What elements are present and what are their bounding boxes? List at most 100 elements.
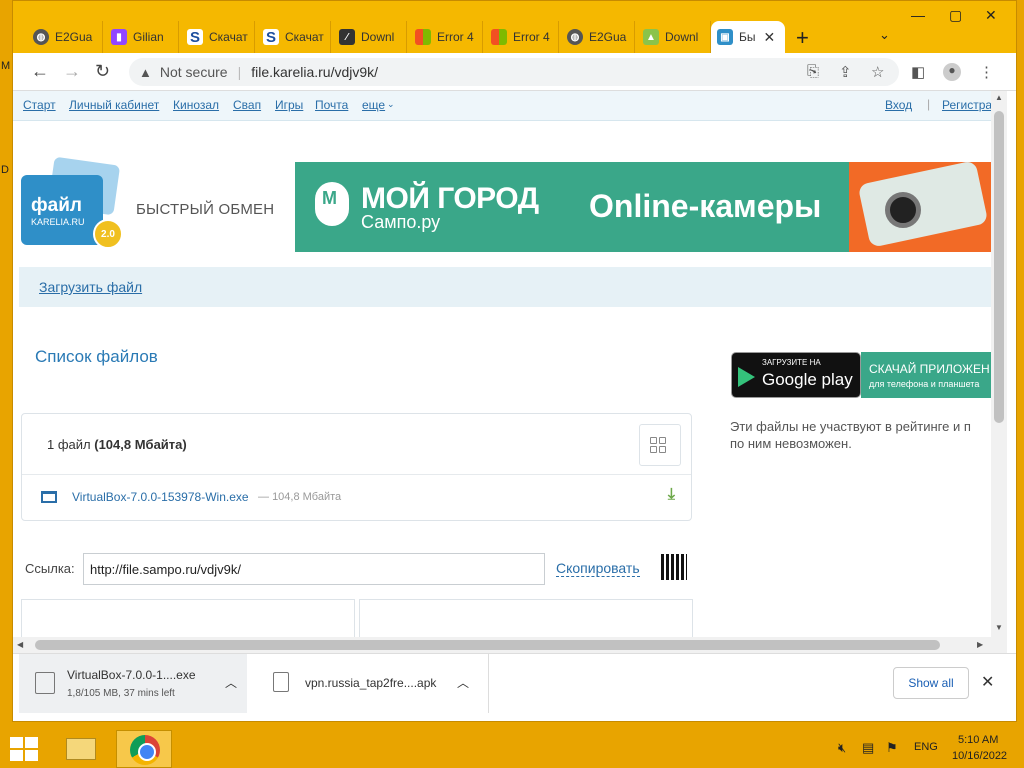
file-name-link[interactable]: VirtualBox-7.0.0-153978-Win.exe — [72, 490, 249, 504]
horizontal-scrollbar[interactable]: ◀ ▶ — [13, 637, 1007, 653]
close-window-button[interactable]: ✕ — [985, 7, 997, 24]
security-label[interactable]: Not secure — [160, 64, 228, 80]
file-explorer-taskbar-button[interactable] — [60, 732, 102, 766]
tab-active[interactable]: ▣ Бы ✕ — [711, 21, 785, 53]
translate-icon[interactable]: ⎘ — [807, 63, 819, 80]
file-summary: 1 файл (104,8 Мбайта) — [47, 437, 187, 452]
tab-search-chevron-icon[interactable]: ⌄ — [879, 27, 890, 43]
google-play-small-text: ЗАГРУЗИТЕ НА — [762, 358, 821, 367]
desktop-edge: M D — [0, 0, 12, 728]
upload-file-link[interactable]: Загрузить файл — [39, 279, 142, 295]
url-text[interactable]: file.karelia.ru/vdjv9k/ — [251, 64, 378, 80]
vertical-scroll-thumb[interactable] — [994, 111, 1004, 423]
tab[interactable]: Error 4 — [409, 21, 483, 53]
profile-avatar-icon[interactable]: ● — [943, 63, 961, 81]
google-play-badge[interactable]: ЗАГРУЗИТЕ НА Google play — [731, 352, 861, 398]
s-logo-icon: S — [263, 29, 279, 46]
login-link[interactable]: Вход — [885, 98, 912, 112]
vertical-scrollbar[interactable]: ▲ ▼ — [991, 91, 1007, 637]
banner-subtitle: Сампо.ру — [361, 212, 441, 232]
download-bar: VirtualBox-7.0.0-1....exe 1,8/105 MB, 37… — [13, 653, 1016, 713]
warning-triangle-icon[interactable]: ▲ — [139, 65, 152, 80]
tab[interactable]: ◍ E2Gua — [561, 21, 635, 53]
tab[interactable]: S Скачат — [181, 21, 255, 53]
network-icon[interactable]: ▤ — [862, 740, 874, 756]
twitch-icon: ▮ — [111, 29, 127, 45]
address-bar[interactable]: ▲ Not secure | file.karelia.ru/vdjv9k/ — [129, 58, 899, 86]
divider — [22, 474, 691, 475]
show-all-downloads-button[interactable]: Show all — [893, 667, 969, 699]
tab[interactable]: ▲ Downl — [637, 21, 711, 53]
reload-icon[interactable]: ↻ — [95, 61, 110, 82]
qr-code-icon[interactable] — [661, 554, 687, 580]
download-item[interactable]: vpn.russia_tap2fre....apk ︿ — [257, 654, 489, 713]
app-promo-subtitle: для телефона и планшета — [869, 379, 980, 389]
clock-time[interactable]: 5:10 AM — [958, 734, 998, 746]
ad-banner[interactable]: М МОЙ ГОРОД Сампо.ру Online-камеры — [295, 162, 991, 252]
close-download-bar-icon[interactable]: ✕ — [981, 672, 994, 692]
tab[interactable]: S Скачат — [257, 21, 331, 53]
language-indicator[interactable]: ENG — [914, 741, 938, 753]
download-icon[interactable]: ⤓ — [668, 486, 675, 504]
windows-logo-icon — [415, 29, 431, 45]
maximize-button[interactable]: ▢ — [949, 7, 962, 24]
google-play-text: Google play — [762, 370, 853, 389]
nav-link-start[interactable]: Старт — [23, 98, 56, 112]
register-link[interactable]: Регистра — [942, 98, 991, 112]
grid-view-button[interactable] — [639, 424, 681, 466]
scroll-up-arrow-icon[interactable]: ▲ — [995, 93, 1003, 102]
side-panel-icon[interactable]: ◧ — [911, 63, 925, 81]
document-icon: ⁄ — [339, 29, 355, 45]
camera-lens-icon — [885, 192, 921, 228]
windows-start-icon[interactable] — [10, 737, 38, 761]
chevron-up-icon[interactable]: ︿ — [457, 674, 469, 691]
minimize-button[interactable]: — — [911, 7, 925, 23]
tab[interactable]: ◍ E2Gua — [27, 21, 103, 53]
horizontal-scroll-thumb[interactable] — [35, 640, 940, 650]
side-note-line: Эти файлы не участвуют в рейтинге и п — [730, 419, 971, 434]
windows-logo-icon — [491, 29, 507, 45]
new-tab-button[interactable]: + — [796, 25, 809, 51]
more-chevron-icon[interactable]: ⌄ — [387, 99, 395, 110]
clock-date[interactable]: 10/16/2022 — [952, 750, 1007, 762]
forward-arrow-icon[interactable]: → — [63, 61, 81, 82]
nav-link-games[interactable]: Игры — [275, 98, 303, 112]
desktop-icon-label[interactable]: D — [1, 164, 9, 176]
speaker-muted-icon[interactable]: 🔇︎ — [838, 740, 846, 756]
chrome-taskbar-button[interactable] — [116, 730, 172, 768]
app-promo[interactable]: СКАЧАЙ ПРИЛОЖЕН для телефона и планшета — [861, 352, 991, 398]
nav-link-cinema[interactable]: Кинозал — [173, 98, 219, 112]
nav-link-mail[interactable]: Почта — [315, 98, 348, 112]
tab[interactable]: ▮ Gilian — [105, 21, 179, 53]
tab[interactable]: Error 4 — [485, 21, 559, 53]
nav-link-swap[interactable]: Свап — [233, 98, 261, 112]
file-size-dash: — — [258, 491, 269, 503]
scroll-left-arrow-icon[interactable]: ◀ — [17, 640, 23, 649]
bookmark-star-icon[interactable]: ☆ — [871, 63, 884, 81]
browser-toolbar: ← → ↻ ▲ Not secure | file.karelia.ru/vdj… — [13, 53, 1016, 91]
nav-link-cabinet[interactable]: Личный кабинет — [69, 98, 159, 112]
nav-link-more[interactable]: еще — [362, 98, 385, 112]
download-status: 1,8/105 MB, 37 mins left — [67, 688, 175, 699]
more-menu-icon[interactable]: ⋮ — [979, 63, 994, 81]
banner-pin-letter: М — [322, 188, 337, 208]
tab[interactable]: ⁄ Downl — [333, 21, 407, 53]
desktop-icon-label[interactable]: M — [1, 60, 10, 72]
close-tab-icon[interactable]: ✕ — [764, 29, 776, 46]
web-page: Старт Личный кабинет Кинозал Свап Игры П… — [13, 91, 991, 637]
download-item[interactable]: VirtualBox-7.0.0-1....exe 1,8/105 MB, 37… — [19, 654, 247, 713]
share-icon[interactable]: ⇪ — [839, 63, 852, 81]
share-link-label: Ссылка: — [25, 561, 75, 576]
scroll-right-arrow-icon[interactable]: ▶ — [977, 640, 983, 649]
file-total-size: (104,8 Мбайта) — [94, 437, 187, 452]
copy-link-button[interactable]: Скопировать — [556, 560, 640, 577]
back-arrow-icon[interactable]: ← — [31, 61, 49, 82]
share-link-input[interactable] — [83, 553, 545, 585]
action-center-flag-icon[interactable]: ⚑ — [886, 740, 898, 756]
app-promo-title: СКАЧАЙ ПРИЛОЖЕН — [869, 362, 990, 376]
side-note-line: по ним невозможен. — [730, 436, 852, 451]
site-logo[interactable]: файл KARELIA.RU 2.0 — [21, 156, 123, 249]
chevron-up-icon[interactable]: ︿ — [225, 674, 237, 691]
scroll-down-arrow-icon[interactable]: ▼ — [995, 623, 1003, 632]
banner-cameras-text: Online-камеры — [589, 188, 822, 224]
